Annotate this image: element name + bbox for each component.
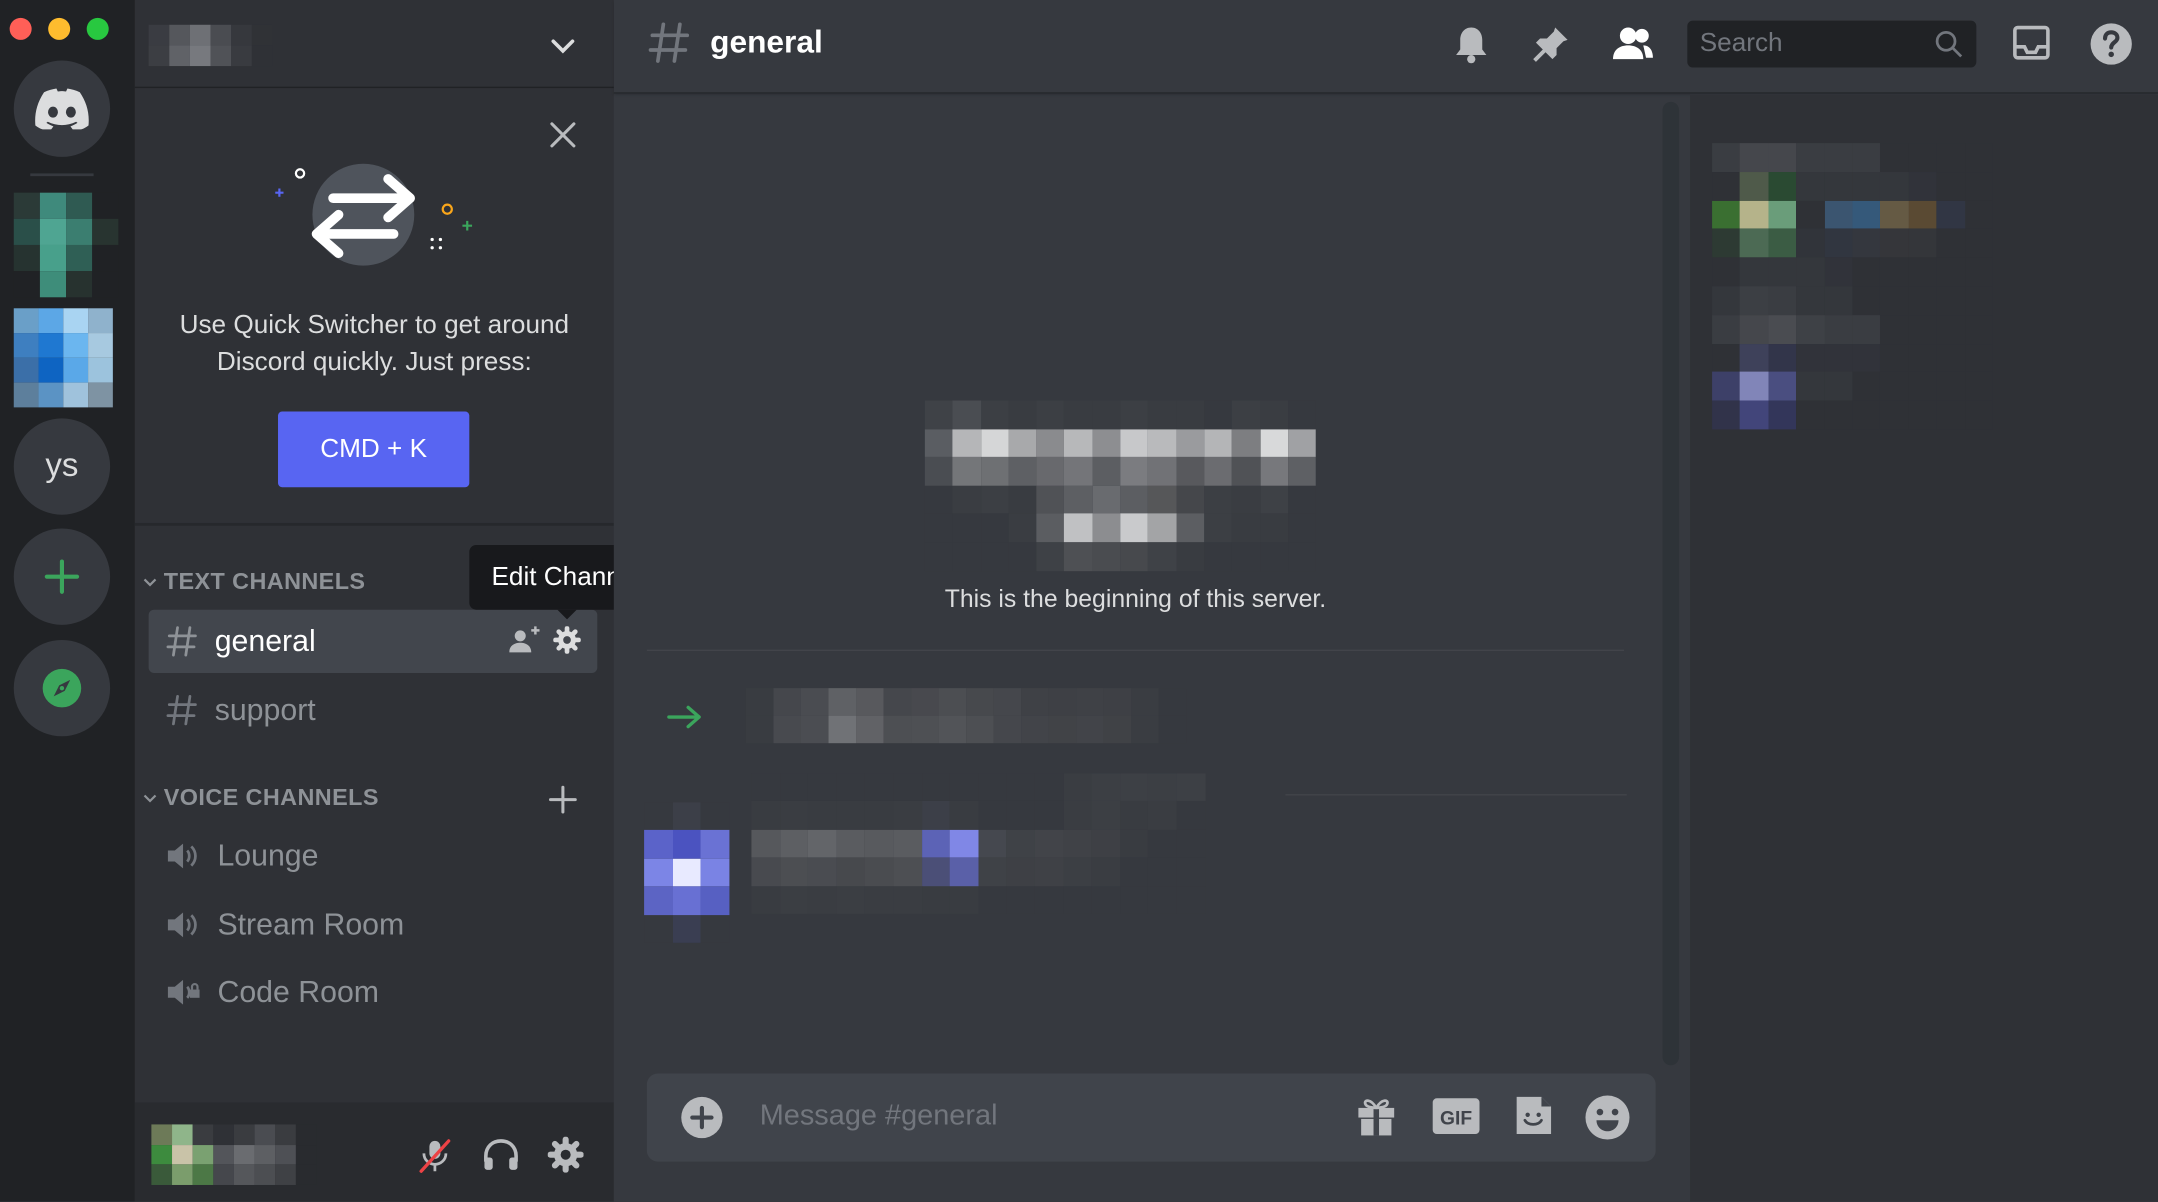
welcome-text: This is the beginning of this server.	[944, 584, 1327, 613]
channel-name: support	[214, 692, 316, 727]
message-avatar-redacted[interactable]	[644, 802, 730, 943]
channel-support[interactable]: support	[149, 679, 598, 742]
chevron-down-icon[interactable]	[548, 30, 578, 60]
hash-icon	[648, 22, 690, 63]
window-close-button[interactable]	[9, 17, 32, 40]
notification-bell-icon[interactable]	[1451, 23, 1492, 64]
server-ys[interactable]: ys	[13, 418, 111, 515]
channel-name: Code Room	[217, 974, 380, 1009]
gift-icon[interactable]	[1354, 1093, 1398, 1140]
channel-name: Stream Room	[217, 906, 405, 942]
voice-channel-stream-room[interactable]: Stream Room	[149, 893, 598, 956]
sticker-icon[interactable]	[1511, 1093, 1555, 1140]
message-content-redacted	[751, 773, 1205, 914]
home-button[interactable]	[13, 60, 111, 157]
voice-channel-code-room[interactable]: Code Room	[149, 961, 598, 1024]
message-input[interactable]: Message #general	[760, 1100, 998, 1133]
headphones-icon[interactable]	[482, 1137, 521, 1173]
channel-general[interactable]: general	[148, 609, 598, 674]
server-name-redacted	[148, 24, 273, 67]
server-welcome-redacted	[924, 400, 1316, 571]
quick-switcher-text: Use Quick Switcher to get around Discord…	[179, 311, 570, 378]
channel-title: general	[710, 23, 823, 60]
channel-header: general Search	[613, 0, 2158, 94]
divider	[1285, 794, 1627, 796]
voice-channel-lounge[interactable]: Lounge	[149, 824, 598, 887]
chevron-down-icon	[143, 578, 157, 587]
server-label: ys	[45, 447, 79, 485]
member-list	[1690, 94, 2158, 1202]
category-voice-channels[interactable]: VOICE CHANNELS	[143, 784, 379, 812]
svg-text:GIF: GIF	[1440, 1108, 1472, 1129]
server-icon[interactable]	[13, 308, 113, 408]
hash-icon	[166, 695, 197, 726]
system-message-redacted	[745, 688, 1187, 744]
window-minimize-button[interactable]	[48, 17, 71, 40]
add-server-button[interactable]	[13, 528, 111, 625]
user-panel	[134, 1102, 614, 1202]
speaker-icon	[167, 912, 197, 938]
server-icon[interactable]	[13, 192, 119, 298]
message-composer[interactable]: Message #general GIF	[646, 1073, 1656, 1162]
speaker-icon	[167, 843, 197, 869]
search-placeholder: Search	[1699, 28, 1783, 58]
speaker-locked-icon	[167, 979, 200, 1005]
category-label: VOICE CHANNELS	[163, 784, 379, 811]
chevron-down-icon	[143, 794, 157, 803]
quick-switcher-button[interactable]: CMD + K	[278, 411, 470, 488]
emoji-icon[interactable]	[1584, 1094, 1631, 1141]
divider	[646, 649, 1625, 651]
quick-switcher-illustration-icon	[275, 163, 473, 266]
rail-separator	[30, 173, 94, 177]
search-icon	[1935, 30, 1963, 58]
hash-icon	[166, 626, 197, 657]
category-label: TEXT CHANNELS	[163, 568, 366, 595]
channel-name: Lounge	[217, 838, 319, 873]
gif-icon[interactable]: GIF	[1431, 1097, 1481, 1136]
channel-name: general	[214, 623, 316, 658]
server-rail: ys	[0, 0, 135, 1202]
member-list-icon[interactable]	[1610, 23, 1654, 64]
server-header[interactable]	[134, 0, 614, 89]
help-icon[interactable]	[2089, 22, 2133, 66]
join-arrow-icon	[667, 705, 701, 729]
member-list-redacted	[1712, 143, 1993, 430]
add-server-icon	[44, 559, 80, 594]
window-zoom-button[interactable]	[86, 17, 109, 40]
invite-user-icon[interactable]	[509, 626, 540, 654]
mute-microphone-icon[interactable]	[418, 1138, 451, 1174]
gear-icon[interactable]	[553, 626, 581, 654]
discord-home-icon	[35, 88, 89, 130]
attach-plus-icon[interactable]	[680, 1096, 724, 1140]
category-text-channels[interactable]: TEXT CHANNELS	[143, 568, 365, 596]
user-settings-gear-icon[interactable]	[547, 1136, 584, 1173]
avatar[interactable]	[151, 1124, 317, 1185]
explore-servers-button[interactable]	[13, 639, 111, 737]
pin-icon[interactable]	[1530, 23, 1571, 64]
search-input[interactable]: Search	[1687, 20, 1977, 68]
explore-compass-icon	[42, 668, 82, 708]
chat-scrollbar[interactable]	[1662, 101, 1680, 1066]
add-channel-icon[interactable]	[548, 784, 578, 814]
inbox-icon[interactable]	[2011, 23, 2052, 62]
close-icon[interactable]	[548, 120, 578, 150]
